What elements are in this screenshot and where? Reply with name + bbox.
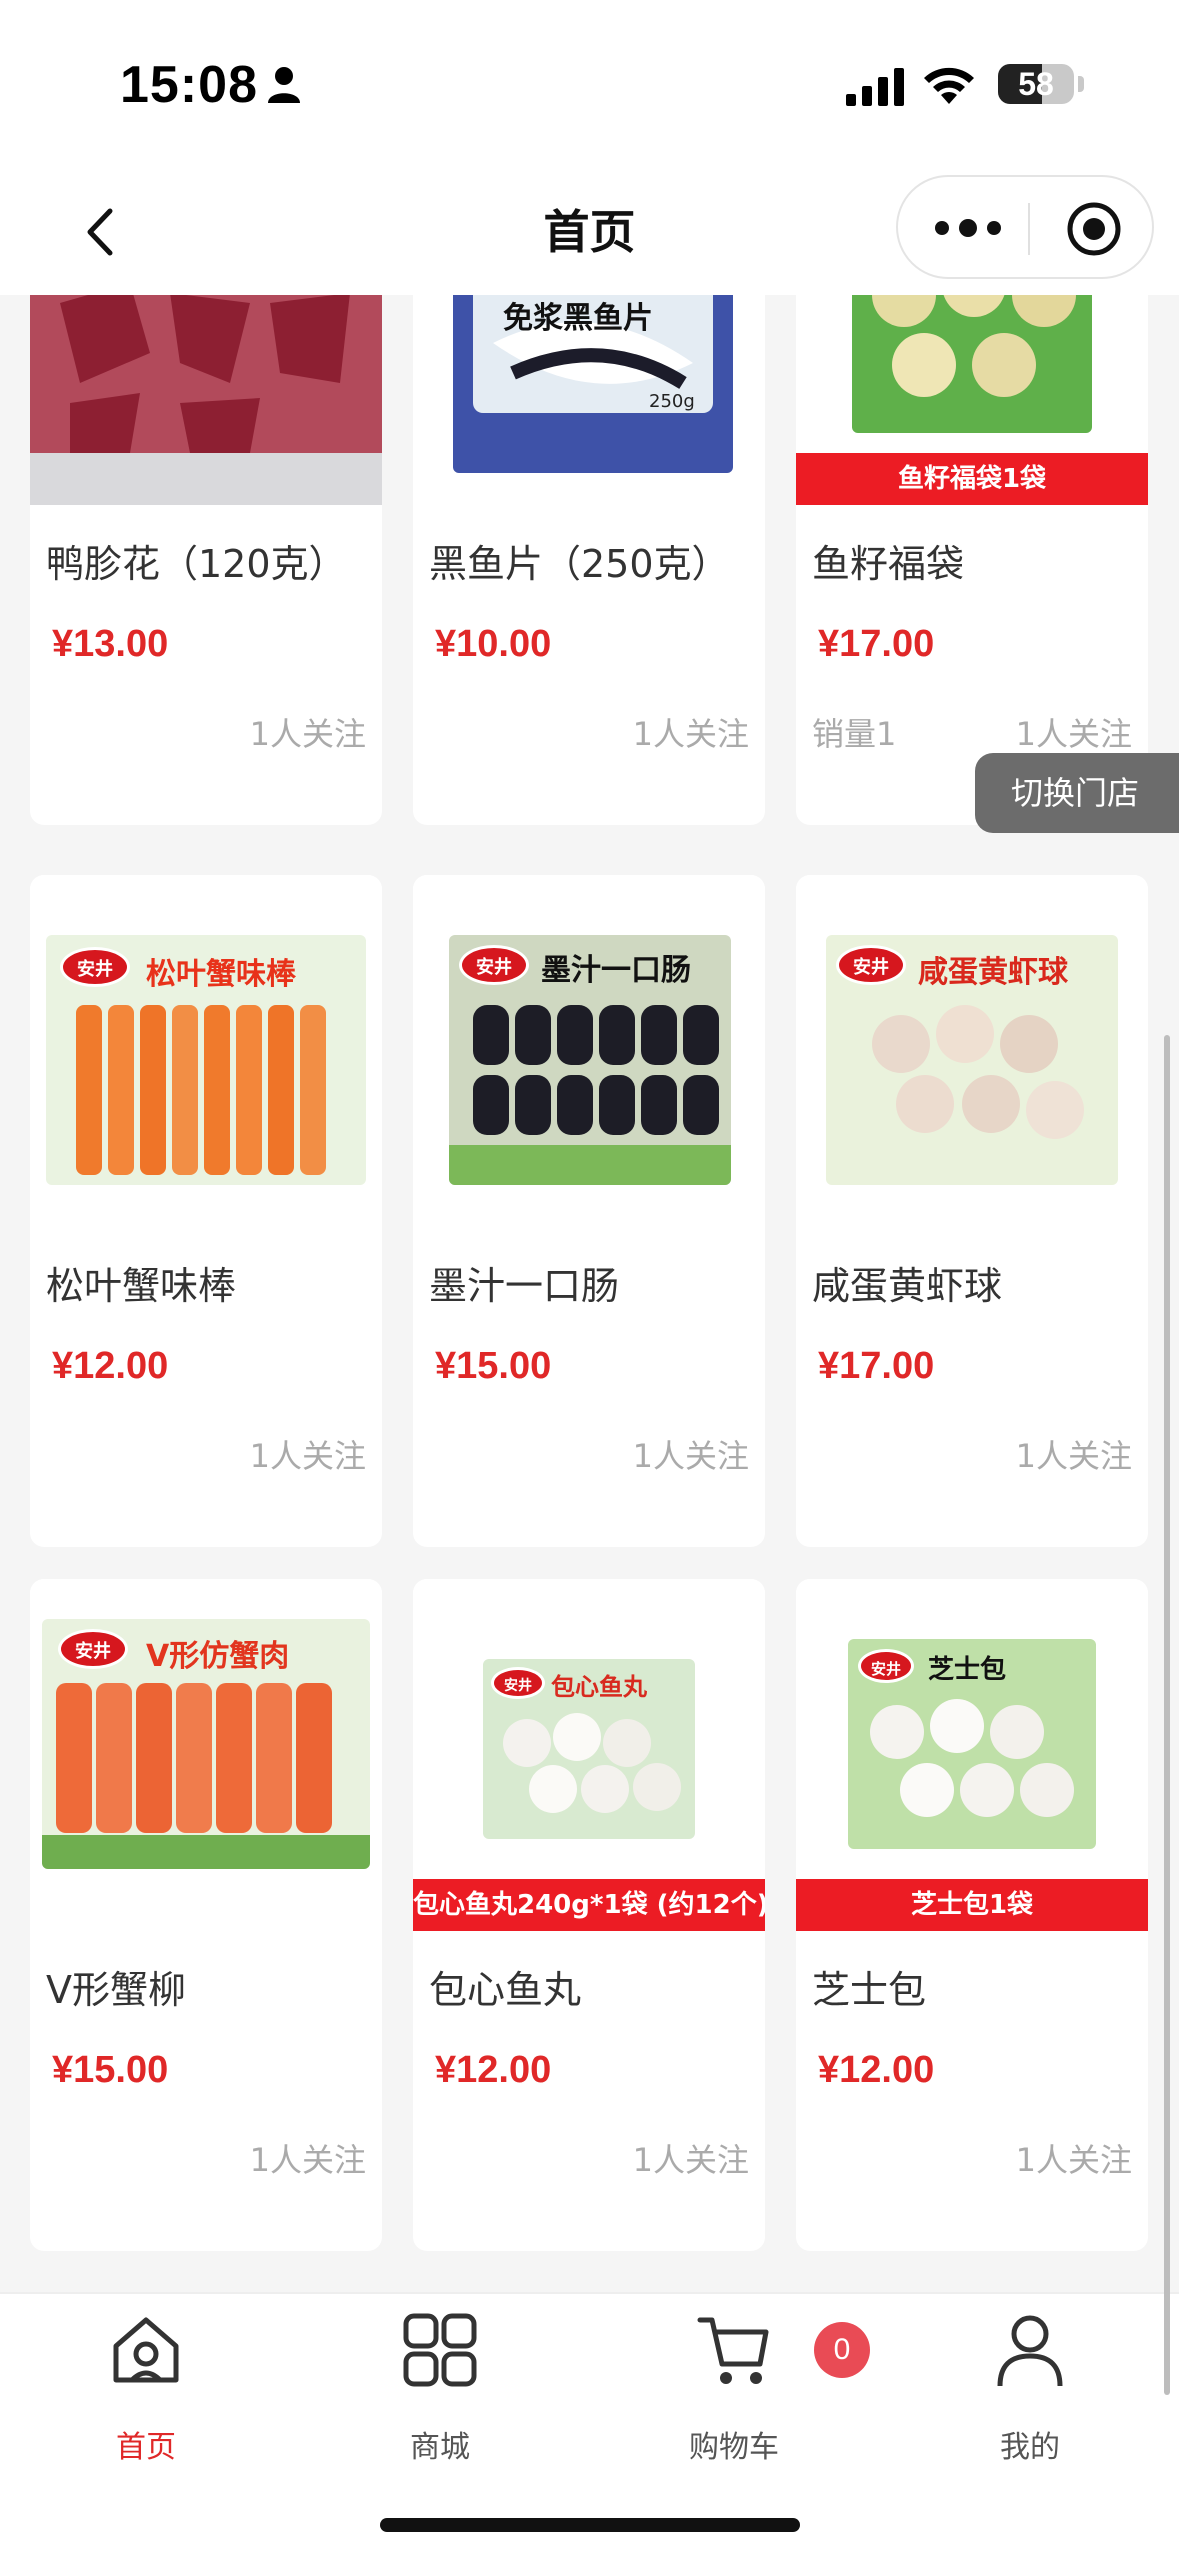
status-bar: 15:08 58: [0, 0, 1179, 175]
package-photo: 安井 咸蛋黄虾球: [826, 935, 1118, 1185]
product-image: 安井 包心鱼丸 包心鱼丸240g*1袋 (约12个): [413, 1579, 765, 1931]
product-price: ¥17.00: [818, 1345, 935, 1387]
product-name: 咸蛋黄虾球: [812, 1264, 1003, 1308]
signal-icon: [846, 68, 904, 106]
home-indicator: [380, 2518, 800, 2532]
product-price: ¥17.00: [818, 623, 935, 665]
product-name: 墨汁一口肠: [429, 1264, 620, 1308]
tab-label: 首页: [116, 2430, 176, 2465]
product-name: 鸭胗花（120克）: [46, 542, 347, 586]
product-price: ¥15.00: [435, 1345, 552, 1387]
product-name: 黑鱼片（250克）: [429, 542, 730, 586]
package-photo: 安井 V形仿蟹肉: [42, 1619, 370, 1869]
product-price: ¥12.00: [435, 2049, 552, 2091]
tab-mall[interactable]: 商城: [340, 2312, 540, 2465]
package-photo: 安井 芝士包: [848, 1639, 1096, 1849]
product-card[interactable]: 安井 松叶蟹味棒 松叶蟹味棒 ¥12.00 1人关注: [30, 875, 382, 1547]
product-followers: 1人关注: [249, 715, 366, 753]
product-price: ¥12.00: [818, 2049, 935, 2091]
product-card[interactable]: 鸭胗花（120克） ¥13.00 1人关注: [30, 295, 382, 825]
product-image: 鱼籽福袋1袋: [796, 295, 1148, 505]
product-followers: 1人关注: [1015, 715, 1132, 753]
product-price: ¥15.00: [52, 2049, 169, 2091]
scrollbar[interactable]: [1164, 1035, 1170, 2395]
brand-logo: 安井: [60, 947, 130, 987]
wifi-icon: [924, 67, 974, 104]
package-photo: 安井 墨汁一口肠: [449, 935, 731, 1185]
product-card[interactable]: 安井 墨汁一口肠 墨汁一口肠 ¥15.00 1人关注: [413, 875, 765, 1547]
product-image: 免浆黑鱼片 250g: [413, 295, 765, 505]
mini-program-capsule: [896, 175, 1154, 279]
promo-banner: 芝士包1袋: [796, 1879, 1148, 1931]
product-image: 安井 V形仿蟹肉: [30, 1579, 382, 1931]
grid-icon: [403, 2313, 477, 2387]
product-card[interactable]: 安井 咸蛋黄虾球 咸蛋黄虾球 ¥17.00 1人关注: [796, 875, 1148, 1547]
cart-count-badge: 0: [814, 2322, 870, 2378]
battery-indicator: 58: [998, 64, 1074, 104]
product-price: ¥12.00: [52, 1345, 169, 1387]
person-icon: [268, 67, 300, 103]
tab-home[interactable]: 首页: [46, 2312, 246, 2465]
battery-level: 58: [1018, 66, 1054, 102]
product-card[interactable]: 安井 芝士包 芝士包1袋 芝士包 ¥12.00 1人关注: [796, 1579, 1148, 2251]
product-followers: 1人关注: [1015, 1437, 1132, 1475]
product-price: ¥13.00: [52, 623, 169, 665]
package-title: 芝士包: [928, 1655, 1007, 1685]
product-name: 鱼籽福袋: [812, 542, 965, 586]
user-icon: [997, 2315, 1063, 2387]
brand-logo: 安井: [858, 1649, 914, 1683]
product-name: 松叶蟹味棒: [46, 1264, 237, 1308]
product-sales: 销量1: [812, 715, 897, 753]
product-name: 包心鱼丸: [429, 1968, 582, 2012]
tab-bar: 首页 商城 购物车 0 我的: [0, 2292, 1179, 2556]
product-name: V形蟹柳: [46, 1968, 186, 2012]
product-followers: 1人关注: [632, 715, 749, 753]
nav-bar: 首页: [0, 175, 1179, 295]
package-photo: 免浆黑鱼片 250g: [453, 295, 733, 473]
cart-icon: [697, 2317, 769, 2384]
package-title: 免浆黑鱼片: [503, 301, 653, 336]
brand-logo: 安井: [491, 1667, 545, 1699]
package-photo: 安井 包心鱼丸: [483, 1659, 695, 1839]
package-photo: 安井 松叶蟹味棒: [46, 935, 366, 1185]
product-name: 芝士包: [812, 1968, 927, 2012]
promo-banner: 鱼籽福袋1袋: [796, 453, 1148, 505]
battery-cap: [1078, 76, 1084, 92]
product-image: 安井 松叶蟹味棒: [30, 875, 382, 1227]
tab-label: 我的: [1000, 2430, 1060, 2465]
switch-store-button[interactable]: 切换门店: [975, 753, 1179, 833]
product-image: 安井 芝士包 芝士包1袋: [796, 1579, 1148, 1931]
tab-label: 购物车: [689, 2430, 779, 2465]
more-dots-icon[interactable]: [928, 204, 1008, 252]
product-card[interactable]: 安井 V形仿蟹肉 V形蟹柳 ¥15.00 1人关注: [30, 1579, 382, 2251]
product-card[interactable]: 安井 包心鱼丸 包心鱼丸240g*1袋 (约12个) 包心鱼丸 ¥12.00 1…: [413, 1579, 765, 2251]
product-card[interactable]: 免浆黑鱼片 250g 黑鱼片（250克） ¥10.00 1人关注: [413, 295, 765, 825]
package-weight: 250g: [649, 391, 695, 412]
product-price: ¥10.00: [435, 623, 552, 665]
package-title: 包心鱼丸: [551, 1673, 647, 1701]
product-followers: 1人关注: [249, 1437, 366, 1475]
tab-label: 商城: [410, 2430, 470, 2465]
capsule-divider: [1028, 203, 1030, 255]
package-photo: [852, 295, 1092, 433]
promo-banner: 包心鱼丸240g*1袋 (约12个): [413, 1879, 765, 1931]
product-image: [30, 295, 382, 505]
product-image: 安井 咸蛋黄虾球: [796, 875, 1148, 1227]
home-icon: [113, 2317, 179, 2383]
product-card[interactable]: 鱼籽福袋1袋 鱼籽福袋 ¥17.00 销量1 1人关注: [796, 295, 1148, 825]
product-followers: 1人关注: [632, 2141, 749, 2179]
status-time: 15:08: [120, 56, 258, 114]
brand-logo: 安井: [836, 945, 906, 985]
product-followers: 1人关注: [249, 2141, 366, 2179]
package-title: 松叶蟹味棒: [146, 957, 296, 992]
product-image: 安井 墨汁一口肠: [413, 875, 765, 1227]
tab-profile[interactable]: 我的: [930, 2312, 1130, 2465]
product-grid: 鸭胗花（120克） ¥13.00 1人关注 免浆黑鱼片 250g 黑鱼片（250…: [0, 295, 1179, 2292]
tab-cart[interactable]: 购物车: [634, 2312, 834, 2465]
product-followers: 1人关注: [1015, 2141, 1132, 2179]
product-followers: 1人关注: [632, 1437, 749, 1475]
package-title: 咸蛋黄虾球: [918, 955, 1068, 990]
close-target-icon[interactable]: [1064, 199, 1124, 259]
